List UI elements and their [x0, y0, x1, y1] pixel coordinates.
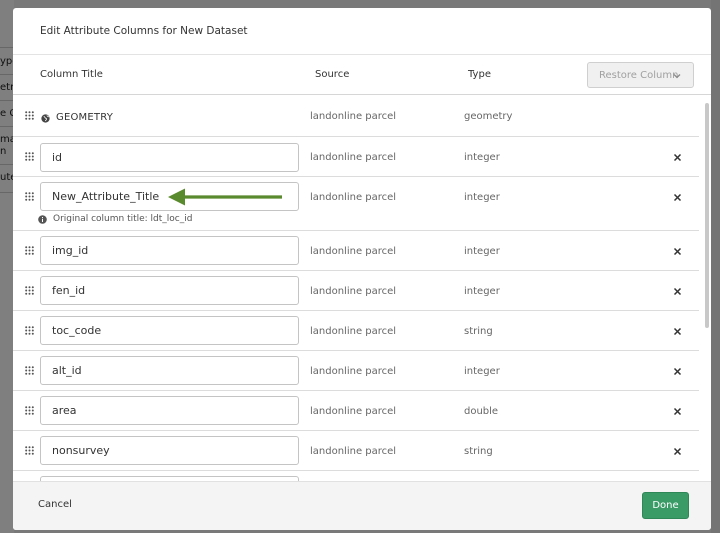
remove-column-icon[interactable] [673, 407, 682, 416]
type-cell: integer [464, 286, 500, 297]
column-title-input[interactable] [40, 396, 299, 425]
column-title-input[interactable] [40, 143, 299, 172]
modal-header: Edit Attribute Columns for New Dataset [13, 8, 711, 55]
column-row: landonline parcel double [13, 391, 699, 431]
restore-column-label: Restore Column [599, 69, 679, 81]
column-title-input[interactable] [40, 276, 299, 305]
drag-handle-icon[interactable] [25, 192, 34, 201]
remove-column-icon[interactable] [673, 153, 682, 162]
columns-list[interactable]: GEOMETRY landonline parcel geometry land… [13, 94, 711, 481]
drag-handle-icon[interactable] [25, 246, 34, 255]
scrollbar-thumb[interactable] [705, 103, 709, 328]
globe-icon [41, 114, 50, 123]
type-cell: geometry [464, 111, 513, 122]
remove-column-icon[interactable] [673, 327, 682, 336]
header-column-title: Column Title [40, 69, 103, 80]
cancel-button[interactable]: Cancel [38, 499, 72, 510]
original-title-hint: Original column title: ldt_loc_id [38, 214, 192, 224]
info-icon [38, 214, 47, 224]
type-cell: double [464, 406, 499, 417]
column-row: landonline parcel integer [13, 231, 699, 271]
header-source: Source [315, 69, 350, 80]
type-cell: integer [464, 246, 500, 257]
source-cell: landonline parcel [310, 246, 397, 257]
drag-handle-icon[interactable] [25, 406, 34, 415]
drag-handle-icon[interactable] [25, 286, 34, 295]
column-title-input[interactable] [40, 356, 299, 385]
geometry-label: GEOMETRY [56, 112, 114, 123]
type-cell: integer [464, 192, 500, 203]
source-cell: landonline parcel [310, 406, 397, 417]
remove-column-icon[interactable] [673, 447, 682, 456]
source-cell: landonline parcel [310, 111, 397, 122]
column-title-input[interactable] [40, 316, 299, 345]
drag-handle-icon[interactable] [25, 446, 34, 455]
remove-column-icon[interactable] [673, 367, 682, 376]
column-row: landonline parcel integer [13, 137, 699, 177]
drag-handle-icon[interactable] [25, 326, 34, 335]
arrow-annotation-icon [168, 188, 282, 206]
column-row-partial [13, 471, 699, 481]
done-button[interactable]: Done [642, 492, 689, 519]
column-row: landonline parcel string [13, 311, 699, 351]
type-cell: string [464, 446, 493, 457]
chevron-down-icon [673, 74, 681, 79]
column-row: landonline parcel string [13, 431, 699, 471]
modal-footer: Cancel Done [13, 481, 711, 530]
remove-column-icon[interactable] [673, 247, 682, 256]
source-cell: landonline parcel [310, 192, 397, 203]
source-cell: landonline parcel [310, 286, 397, 297]
header-type: Type [468, 69, 491, 80]
table-header: Column Title Source Type Restore Column [13, 56, 711, 94]
column-row: landonline parcel integer [13, 271, 699, 311]
original-title-text: Original column title: ldt_loc_id [53, 214, 193, 224]
source-cell: landonline parcel [310, 446, 397, 457]
column-title-input[interactable] [40, 436, 299, 465]
type-cell: string [464, 326, 493, 337]
type-cell: integer [464, 366, 500, 377]
edit-columns-modal: Edit Attribute Columns for New Dataset C… [13, 8, 711, 530]
restore-column-button[interactable]: Restore Column [587, 62, 694, 88]
remove-column-icon[interactable] [673, 287, 682, 296]
drag-handle-icon[interactable] [25, 366, 34, 375]
remove-column-icon[interactable] [673, 193, 682, 202]
drag-handle-icon[interactable] [25, 111, 34, 120]
column-row-geometry: GEOMETRY landonline parcel geometry [13, 95, 699, 137]
source-cell: landonline parcel [310, 326, 397, 337]
column-row: landonline parcel integer [13, 351, 699, 391]
source-cell: landonline parcel [310, 366, 397, 377]
column-title-input[interactable] [40, 236, 299, 265]
modal-title: Edit Attribute Columns for New Dataset [40, 25, 248, 37]
source-cell: landonline parcel [310, 152, 397, 163]
type-cell: integer [464, 152, 500, 163]
drag-handle-icon[interactable] [25, 152, 34, 161]
column-row-renamed: landonline parcel integer Original colum… [13, 177, 699, 231]
